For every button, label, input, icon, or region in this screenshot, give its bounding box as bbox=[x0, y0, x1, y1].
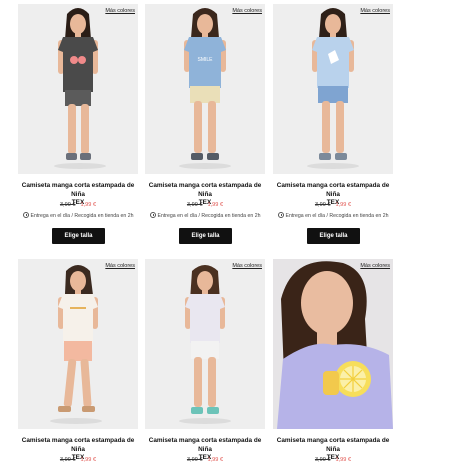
old-price: 3,99 € bbox=[186, 457, 203, 463]
delivery-info: Entrega en el día / Recogida en tienda e… bbox=[18, 212, 138, 219]
old-price: 3,99 € bbox=[314, 457, 331, 463]
old-price: 3,99 € bbox=[59, 202, 76, 208]
old-price: 3,99 € bbox=[186, 202, 203, 208]
price-row: 3,99 € 1,99 € bbox=[273, 457, 393, 463]
clock-icon bbox=[149, 212, 156, 218]
product-photo bbox=[54, 8, 106, 169]
product-image[interactable]: Más colores bbox=[273, 4, 393, 174]
delivery-info: Entrega en el día / Recogida en tienda e… bbox=[145, 212, 265, 219]
product-photo: SMILE bbox=[179, 8, 231, 169]
old-price: 3,99 € bbox=[314, 202, 331, 208]
sale-price: 1,99 € bbox=[207, 202, 224, 208]
price-row: 3,99 € 1,99 € bbox=[18, 202, 138, 208]
more-colors-link[interactable]: Más colores bbox=[360, 8, 390, 14]
sale-price: 1,99 € bbox=[207, 457, 224, 463]
product-image[interactable]: Más colores bbox=[18, 4, 138, 174]
sale-price: 1,99 € bbox=[335, 202, 352, 208]
price-row: 3,99 € 1,99 € bbox=[18, 457, 138, 463]
product-photo bbox=[307, 8, 359, 169]
more-colors-link[interactable]: Más colores bbox=[105, 263, 135, 269]
choose-size-button[interactable]: Elige talla bbox=[179, 228, 232, 244]
choose-size-button[interactable]: Elige talla bbox=[52, 228, 105, 244]
choose-size-button[interactable]: Elige talla bbox=[307, 228, 360, 244]
more-colors-link[interactable]: Más colores bbox=[360, 263, 390, 269]
price-row: 3,99 € 1,99 € bbox=[145, 202, 265, 208]
more-colors-link[interactable]: Más colores bbox=[105, 8, 135, 14]
clock-icon bbox=[277, 212, 284, 218]
delivery-info: Entrega en el día / Recogida en tienda e… bbox=[273, 212, 393, 219]
sale-price: 1,99 € bbox=[80, 457, 97, 463]
more-colors-link[interactable]: Más colores bbox=[232, 263, 262, 269]
clock-icon bbox=[22, 212, 29, 218]
more-colors-link[interactable]: Más colores bbox=[232, 8, 262, 14]
price-row: 3,99 € 1,99 € bbox=[145, 457, 265, 463]
old-price: 3,99 € bbox=[59, 457, 76, 463]
svg-text:SMILE: SMILE bbox=[197, 57, 213, 63]
product-image[interactable]: Más colores bbox=[273, 259, 393, 429]
sale-price: 1,99 € bbox=[80, 202, 97, 208]
sale-price: 1,99 € bbox=[335, 457, 352, 463]
price-row: 3,99 € 1,99 € bbox=[273, 202, 393, 208]
product-image[interactable]: Más colores bbox=[18, 259, 138, 429]
product-image[interactable]: Más colores SMILE bbox=[145, 4, 265, 174]
product-photo bbox=[50, 265, 102, 424]
product-photo bbox=[277, 261, 393, 429]
product-image[interactable]: Más colores bbox=[145, 259, 265, 429]
product-photo bbox=[179, 265, 231, 424]
